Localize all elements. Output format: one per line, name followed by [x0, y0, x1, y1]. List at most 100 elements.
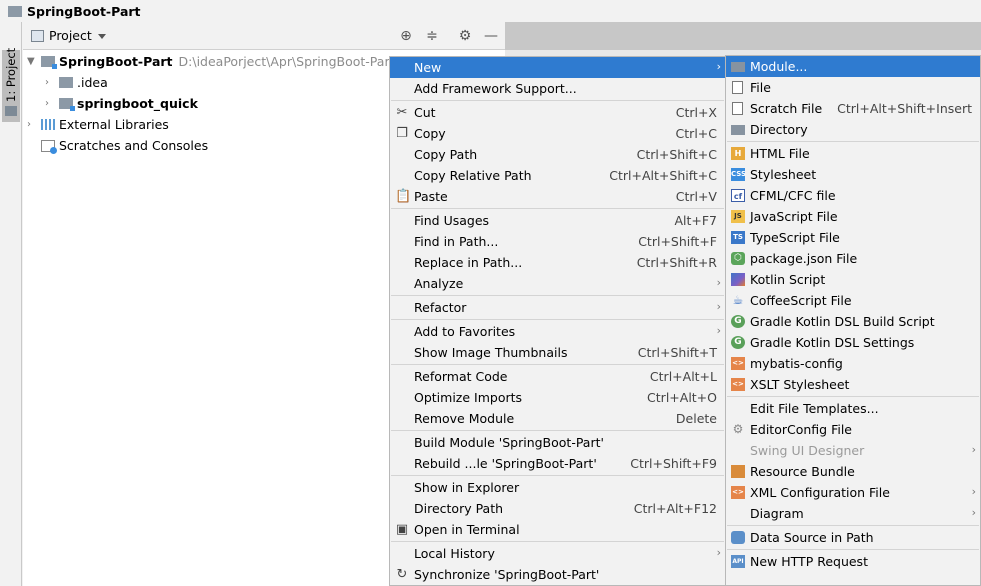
terminal-icon: ▣ [395, 522, 409, 537]
separator [391, 364, 724, 365]
gradle-icon: G [731, 315, 745, 328]
separator [391, 208, 724, 209]
menu-item-optimize-imports[interactable]: Optimize Imports Ctrl+Alt+O [390, 387, 725, 408]
menu-item-copy[interactable]: ❐ Copy Ctrl+C [390, 123, 725, 144]
submenu-arrow-icon: › [716, 300, 721, 313]
menu-item-reformat-code[interactable]: Reformat Code Ctrl+Alt+L [390, 366, 725, 387]
menu-item-package-json[interactable]: ⬡ package.json File [726, 248, 980, 269]
submenu-arrow-icon: › [716, 546, 721, 559]
menu-item-typescript-file[interactable]: TS TypeScript File [726, 227, 980, 248]
project-tool-tab[interactable]: 1: Project [2, 48, 20, 122]
menu-item-gradle-settings[interactable]: G Gradle Kotlin DSL Settings [726, 332, 980, 353]
file-icon [732, 81, 743, 94]
menu-item-add-to-favorites[interactable]: Add to Favorites › [390, 321, 725, 342]
expanded-arrow-icon[interactable]: ▼ [27, 56, 41, 67]
tree-item-label: springboot_quick [77, 96, 198, 111]
menu-item-data-source-in-path[interactable]: Data Source in Path [726, 527, 980, 548]
chevron-down-icon[interactable] [98, 34, 106, 39]
nodejs-icon: ⬡ [731, 252, 745, 265]
menu-item-show-in-explorer[interactable]: Show in Explorer [390, 477, 725, 498]
menu-item-paste[interactable]: 📋 Paste Ctrl+V [390, 186, 725, 207]
menu-item-resource-bundle[interactable]: Resource Bundle [726, 461, 980, 482]
tree-item-springboot-quick[interactable]: › springboot_quick [45, 93, 198, 114]
menu-item-remove-module[interactable]: Remove Module Delete [390, 408, 725, 429]
menu-item-xslt-stylesheet[interactable]: <> XSLT Stylesheet [726, 374, 980, 395]
tree-item-idea[interactable]: › .idea [45, 72, 108, 93]
menu-item-javascript-file[interactable]: JS JavaScript File [726, 206, 980, 227]
left-tool-strip: 1: Project [0, 22, 22, 586]
scratches-icon [41, 139, 57, 154]
menu-item-rebuild-module[interactable]: Rebuild ...le 'SpringBoot-Part' Ctrl+Shif… [390, 453, 725, 474]
submenu-arrow-icon: › [716, 276, 721, 289]
database-icon [731, 531, 745, 544]
menu-item-module[interactable]: Module... [726, 56, 980, 77]
menu-item-stylesheet[interactable]: CSS Stylesheet [726, 164, 980, 185]
menu-item-new[interactable]: New › [390, 57, 725, 78]
minimize-icon[interactable]: — [482, 27, 500, 45]
menu-item-copy-relative-path[interactable]: Copy Relative Path Ctrl+Alt+Shift+C [390, 165, 725, 186]
css-file-icon: CSS [731, 168, 746, 181]
collapsed-arrow-icon[interactable]: › [45, 77, 59, 88]
separator [391, 295, 724, 296]
editor-tabs-area [505, 22, 981, 50]
menu-item-editorconfig-file[interactable]: ⚙ EditorConfig File [726, 419, 980, 440]
collapsed-arrow-icon[interactable]: › [27, 119, 41, 130]
module-folder-icon [59, 98, 75, 111]
gear-icon[interactable]: ⚙ [456, 27, 474, 45]
menu-item-directory[interactable]: Directory [726, 119, 980, 140]
scratch-file-icon [732, 102, 743, 115]
menu-item-cut[interactable]: ✂ Cut Ctrl+X [390, 102, 725, 123]
submenu-arrow-icon: › [971, 485, 976, 498]
menu-item-directory-path[interactable]: Directory Path Ctrl+Alt+F12 [390, 498, 725, 519]
new-submenu: Module... File Scratch File Ctrl+Alt+Shif… [725, 55, 981, 586]
cfml-file-icon: cf [731, 189, 745, 202]
menu-item-gradle-build-script[interactable]: G Gradle Kotlin DSL Build Script [726, 311, 980, 332]
tree-item-label: SpringBoot-Part [59, 54, 173, 69]
kotlin-icon [731, 273, 745, 286]
collapsed-arrow-icon[interactable]: › [45, 98, 59, 109]
menu-item-replace-in-path[interactable]: Replace in Path... Ctrl+Shift+R [390, 252, 725, 273]
separator [391, 541, 724, 542]
menu-item-local-history[interactable]: Local History › [390, 543, 725, 564]
menu-item-file[interactable]: File [726, 77, 980, 98]
refresh-icon: ↻ [396, 567, 408, 582]
menu-item-refactor[interactable]: Refactor › [390, 297, 725, 318]
locate-icon[interactable]: ⊕ [397, 27, 415, 45]
menu-item-scratch-file[interactable]: Scratch File Ctrl+Alt+Shift+Insert [726, 98, 980, 119]
resource-bundle-icon [731, 465, 745, 478]
folder-icon [731, 125, 745, 135]
javascript-file-icon: JS [731, 210, 745, 223]
menu-item-mybatis-config[interactable]: <> mybatis-config [726, 353, 980, 374]
tree-item-external-libraries[interactable]: › External Libraries [27, 114, 169, 135]
menu-item-find-in-path[interactable]: Find in Path... Ctrl+Shift+F [390, 231, 725, 252]
separator [391, 430, 724, 431]
project-path: D:\ideaPorject\Apr\SpringBoot-Part [178, 54, 395, 69]
menu-item-show-image-thumbnails[interactable]: Show Image Thumbnails Ctrl+Shift+T [390, 342, 725, 363]
menu-item-swing-ui-designer: Swing UI Designer › [750, 443, 976, 458]
menu-item-copy-path[interactable]: Copy Path Ctrl+Shift+C [390, 144, 725, 165]
collapse-all-icon[interactable]: ≑ [423, 27, 441, 45]
menu-item-analyze[interactable]: Analyze › [390, 273, 725, 294]
menu-item-coffeescript-file[interactable]: ☕ CoffeeScript File [726, 290, 980, 311]
separator [727, 396, 979, 397]
menu-item-xml-configuration-file[interactable]: <> XML Configuration File › [726, 482, 980, 503]
menu-item-new-http-request[interactable]: API New HTTP Request [726, 551, 980, 572]
project-panel-header: Project ⊕ ≑ ⚙ — [23, 22, 505, 50]
menu-item-find-usages[interactable]: Find Usages Alt+F7 [390, 210, 725, 231]
menu-item-add-framework-support[interactable]: Add Framework Support... [390, 78, 725, 99]
menu-item-diagram[interactable]: Diagram › [726, 503, 980, 524]
menu-item-synchronize[interactable]: ↻ Synchronize 'SpringBoot-Part' [390, 564, 725, 585]
menu-item-kotlin-script[interactable]: Kotlin Script [726, 269, 980, 290]
project-view-icon [31, 30, 44, 42]
submenu-arrow-icon: › [716, 60, 721, 73]
html-file-icon: H [731, 147, 745, 160]
tree-item-project-root[interactable]: ▼ SpringBoot-Part D:\ideaPorject\Apr\Spr… [27, 51, 397, 72]
gradle-icon: G [731, 336, 745, 349]
menu-item-html-file[interactable]: H HTML File [726, 143, 980, 164]
menu-item-open-in-terminal[interactable]: ▣ Open in Terminal [390, 519, 725, 540]
menu-item-edit-file-templates[interactable]: Edit File Templates... [726, 398, 980, 419]
menu-item-build-module[interactable]: Build Module 'SpringBoot-Part' [390, 432, 725, 453]
menu-item-cfml-file[interactable]: cf CFML/CFC file [726, 185, 980, 206]
tree-item-scratches[interactable]: Scratches and Consoles [41, 135, 208, 156]
project-view-selector[interactable]: Project [49, 28, 92, 43]
